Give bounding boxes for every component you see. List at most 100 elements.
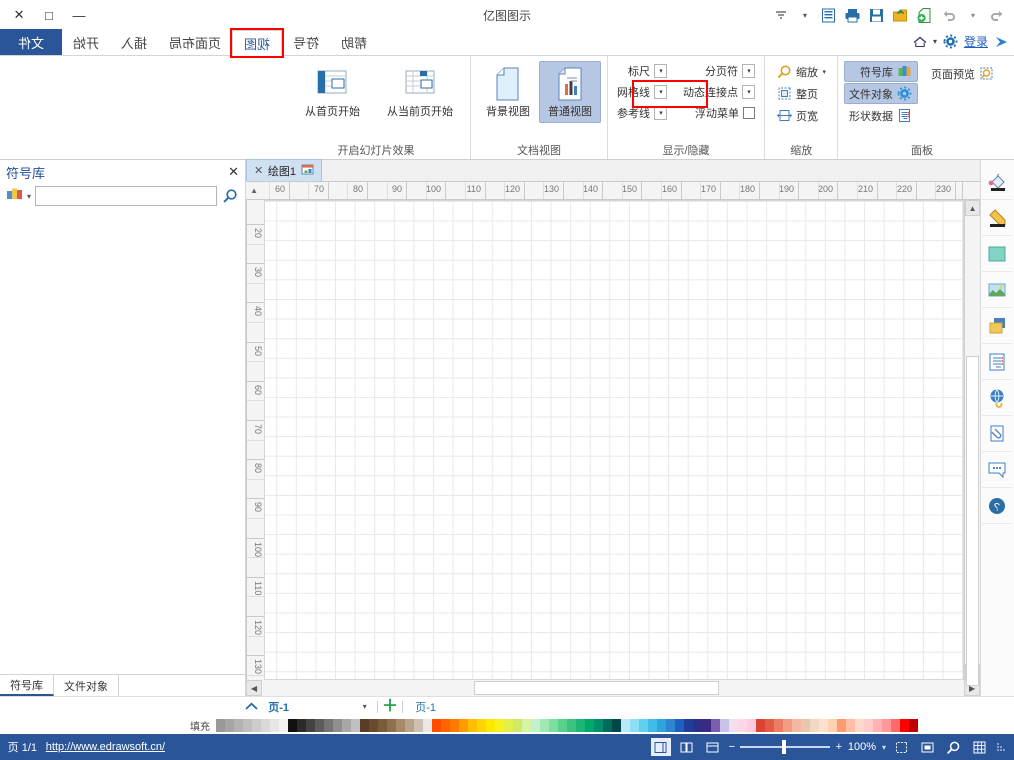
chevron-down-icon[interactable]: ▾ (933, 37, 937, 46)
zoom-dropdown-icon[interactable]: ▾ (882, 743, 886, 752)
color-swatch[interactable] (810, 718, 819, 732)
color-swatch[interactable] (639, 718, 648, 732)
color-swatch[interactable] (369, 718, 378, 732)
maximize-button[interactable]: □ (34, 3, 64, 27)
tab-view[interactable]: 视图 (230, 28, 285, 58)
shape-fill-icon[interactable] (982, 236, 1013, 272)
color-swatch[interactable] (288, 718, 297, 732)
export-icon[interactable] (890, 4, 912, 26)
grid-view-icon[interactable] (677, 738, 697, 756)
color-swatch[interactable] (828, 718, 837, 732)
color-swatch[interactable] (783, 718, 792, 732)
chevron-down-icon[interactable]: ▾ (822, 68, 826, 76)
color-swatch[interactable] (567, 718, 576, 732)
tab-file[interactable]: 文件 (0, 29, 62, 55)
zoom-slider-thumb[interactable] (782, 740, 787, 754)
print-icon[interactable] (842, 4, 864, 26)
tab-page-layout[interactable]: 页面布局 (158, 29, 232, 55)
color-swatch[interactable] (900, 718, 909, 732)
color-swatch[interactable] (297, 718, 306, 732)
zoom-button[interactable]: ▾ 缩放 (771, 61, 831, 82)
line-pen-icon[interactable] (982, 200, 1013, 236)
color-swatch[interactable] (603, 718, 612, 732)
color-swatch[interactable] (765, 718, 774, 732)
color-swatch[interactable] (441, 718, 450, 732)
tab-symbol[interactable]: 符号 (282, 29, 330, 55)
vertical-scroll-thumb[interactable] (966, 356, 979, 686)
color-swatch[interactable] (558, 718, 567, 732)
hyperlink-icon[interactable] (982, 380, 1013, 416)
slideshow-first-page-button[interactable]: 从首页开始 (288, 61, 376, 123)
color-swatch[interactable] (423, 718, 432, 732)
single-page-icon[interactable] (650, 738, 671, 756)
zoom-in-button[interactable]: + (835, 741, 841, 753)
color-swatch[interactable] (387, 718, 396, 732)
color-swatch[interactable] (855, 718, 864, 732)
library-panel-body[interactable] (0, 210, 245, 674)
check-ruler[interactable]: ▾ 标尺 (614, 61, 670, 81)
color-swatch[interactable] (540, 718, 549, 732)
color-swatch[interactable] (504, 718, 513, 732)
scroll-right-arrow[interactable]: ▶ (246, 680, 262, 696)
tab-home[interactable]: 开始 (62, 29, 110, 55)
color-swatch[interactable] (333, 718, 342, 732)
color-swatch[interactable] (720, 718, 729, 732)
fill-color-icon[interactable] (982, 164, 1013, 200)
color-swatch[interactable] (594, 718, 603, 732)
color-swatch[interactable] (216, 718, 225, 732)
color-swatch[interactable] (882, 718, 891, 732)
minimize-button[interactable]: — (64, 3, 94, 27)
color-swatch[interactable] (459, 718, 468, 732)
zoom-slider[interactable]: + − (729, 740, 842, 754)
horizontal-scroll-thumb[interactable] (474, 681, 719, 695)
color-swatch[interactable] (576, 718, 585, 732)
tab-insert[interactable]: 插入 (110, 29, 158, 55)
color-swatch[interactable] (432, 718, 441, 732)
fit-page-icon[interactable] (892, 738, 912, 756)
color-swatch[interactable] (450, 718, 459, 732)
normal-view-button[interactable]: 普通视图 (539, 61, 602, 123)
color-swatch[interactable] (378, 718, 387, 732)
color-swatch[interactable] (657, 718, 666, 732)
color-swatch[interactable] (738, 718, 747, 732)
check-guideline[interactable]: ▾ 参考线 (614, 103, 670, 123)
send-icon[interactable] (994, 35, 1008, 49)
color-swatch[interactable] (405, 718, 414, 732)
color-swatch[interactable] (837, 718, 846, 732)
vertical-scroll-track[interactable] (965, 216, 980, 686)
chevron-down-icon[interactable]: ▾ (654, 64, 668, 78)
chevron-down-icon[interactable]: ▾ (654, 106, 668, 120)
undo-icon[interactable] (986, 4, 1008, 26)
redo-dropdown-icon[interactable]: ▾ (962, 4, 984, 26)
check-dynamic-connector[interactable]: ▾ 动态连接点 (680, 82, 758, 102)
color-swatch[interactable] (306, 718, 315, 732)
color-swatch[interactable] (711, 718, 720, 732)
file-object-button[interactable]: 文件对象 (844, 83, 918, 104)
horizontal-scrollbar[interactable]: ◀ ▶ (246, 680, 980, 696)
color-swatch[interactable] (315, 718, 324, 732)
library-footer-tab-file-object[interactable]: 文件对象 (54, 675, 119, 696)
color-swatch[interactable] (486, 718, 495, 732)
color-swatch[interactable] (873, 718, 882, 732)
shape-data-button[interactable]: 形状数据 (844, 105, 918, 126)
color-swatch[interactable] (846, 718, 855, 732)
color-swatch[interactable] (549, 718, 558, 732)
symbol-library-button[interactable]: 符号库 (844, 61, 918, 82)
horizontal-ruler[interactable]: 230 220 210 200 190 180 170 160 150 140 130 120 110 1… (262, 182, 962, 200)
color-swatch[interactable] (495, 718, 504, 732)
chevron-down-icon[interactable]: ▾ (742, 85, 756, 99)
slideshow-current-page-button[interactable]: 从当前页开始 (376, 61, 464, 123)
color-swatch[interactable] (774, 718, 783, 732)
gear-icon[interactable] (943, 34, 958, 49)
checkbox[interactable] (743, 107, 756, 119)
color-swatch[interactable] (468, 718, 477, 732)
library-stack-icon[interactable] (6, 187, 23, 205)
home-icon[interactable] (913, 36, 927, 48)
vertical-ruler[interactable]: 2030405060708090100110120130140150160 (246, 200, 264, 680)
page-preview-button[interactable]: 页面预览 (926, 63, 1000, 84)
color-swatch[interactable] (909, 718, 918, 732)
close-icon[interactable]: ✕ (228, 164, 239, 180)
color-swatch[interactable] (684, 718, 693, 732)
save-as-icon[interactable] (818, 4, 840, 26)
customize-qat-icon[interactable]: ▾ (794, 4, 816, 26)
